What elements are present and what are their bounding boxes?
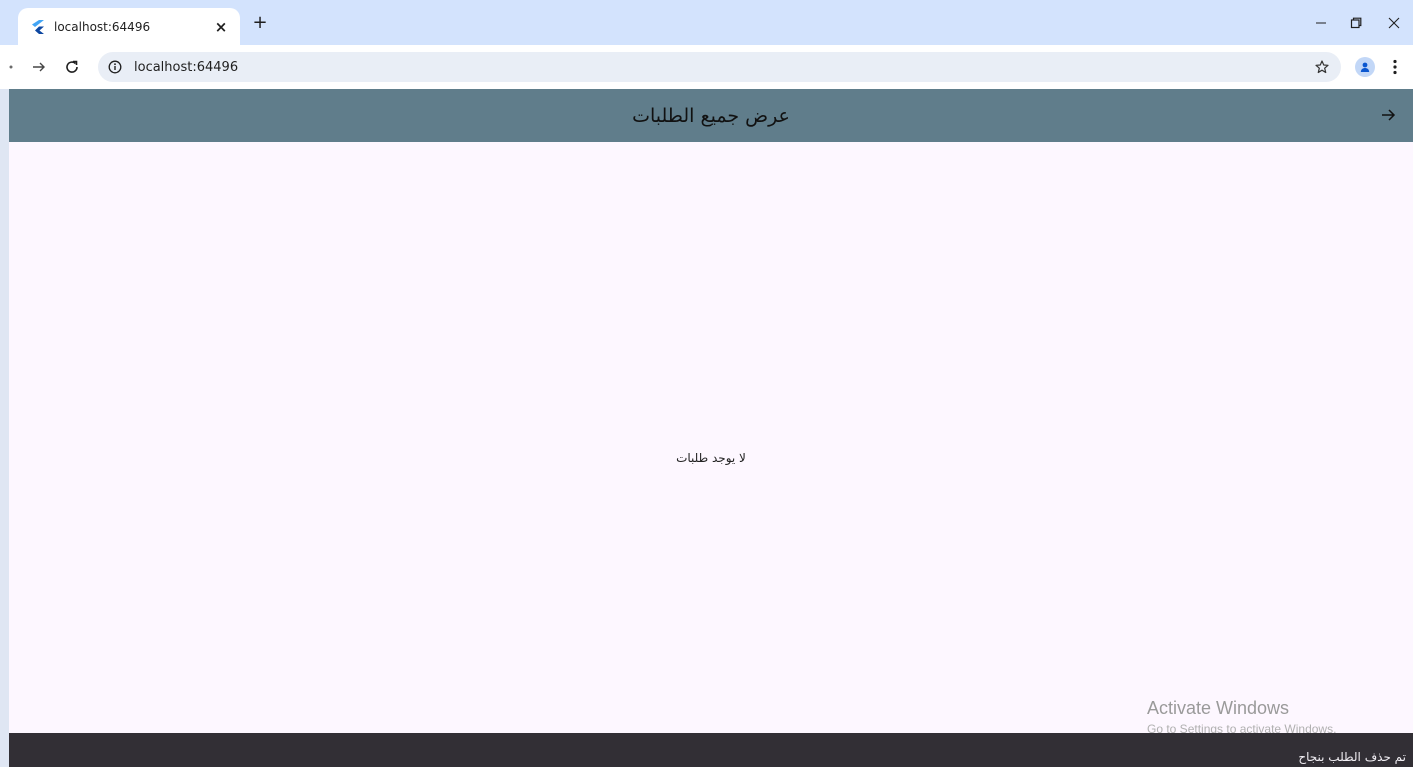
address-text[interactable]: localhost:64496 [134,60,1307,75]
browser-toolbar: localhost:64496 [0,45,1413,89]
app-bar: عرض جميع الطلبات [9,89,1413,142]
empty-state-message: لا يوجد طلبات [676,451,746,465]
tab-close-icon[interactable]: × [212,18,230,36]
back-arrow-icon[interactable] [0,56,22,78]
window-controls [1305,0,1413,45]
star-icon[interactable] [1307,52,1337,82]
address-bar[interactable]: localhost:64496 [98,52,1341,82]
flutter-icon [30,19,46,35]
windows-activation-watermark: Activate Windows Go to Settings to activ… [1147,698,1336,736]
snackbar-message: تم حذف الطلب بنجاح [1298,750,1406,764]
reload-icon[interactable] [61,56,83,78]
arrow-forward-icon[interactable] [1375,102,1401,128]
close-window-icon[interactable] [1375,0,1413,45]
browser-tab-bar: localhost:64496 × + [0,0,1413,45]
new-tab-button[interactable]: + [250,13,270,33]
app-viewport: عرض جميع الطلبات لا يوجد طلبات Activate … [9,89,1413,767]
snackbar: تم حذف الطلب بنجاح [9,733,1413,767]
tab-title: localhost:64496 [54,19,151,34]
watermark-title: Activate Windows [1147,698,1290,718]
browser-tab[interactable]: localhost:64496 × [18,8,240,45]
profile-icon[interactable] [1355,57,1375,77]
info-icon[interactable] [106,58,124,76]
page-title: عرض جميع الطلبات [632,104,790,127]
restore-icon[interactable] [1337,0,1375,45]
menu-dots-icon[interactable] [1388,56,1402,78]
forward-arrow-icon[interactable] [28,56,50,78]
minimize-icon[interactable] [1305,0,1337,45]
